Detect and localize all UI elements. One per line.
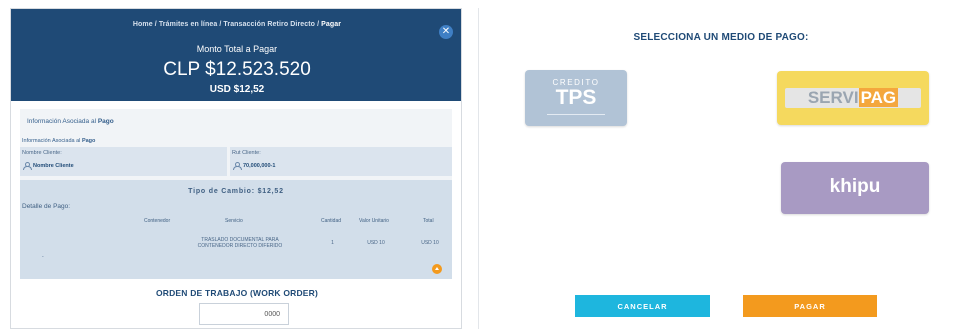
client-rut-label: Rut Cliente: (232, 150, 261, 156)
cell-container: - (42, 254, 44, 260)
total-label: Monto Total a Pagar (196, 44, 278, 54)
breadcrumb-current: Pagar (321, 21, 342, 28)
info-heading-strong: Pago (97, 118, 114, 125)
work-order-input[interactable] (199, 303, 289, 325)
payment-method-title: SELECCIONA UN MEDIO DE PAGO: (633, 32, 809, 43)
info-sub-strong: Pago (81, 138, 96, 144)
breadcrumb-transaccion[interactable]: Transacción Retiro Directo (223, 21, 315, 28)
servipag-logo-part1: SERVI (807, 88, 859, 107)
client-rut-box: Rut Cliente: 70,000,000-1 (230, 147, 452, 176)
credito-tps-option[interactable]: CREDITO TPS (525, 70, 627, 126)
column-header-total: Total (423, 218, 434, 224)
work-order-title: ORDEN DE TRABAJO (WORK ORDER) (155, 288, 319, 298)
tps-divider (547, 114, 605, 115)
info-subheading: Información Asociada al Pago (22, 138, 95, 144)
payment-info: Información Asociada al Pago Información… (20, 109, 452, 279)
payment-detail: Tipo de Cambio: $12,52 Detalle de Pago: … (20, 180, 452, 279)
close-icon[interactable]: ✕ (439, 25, 453, 39)
column-header-servicio: Servicio (225, 218, 243, 224)
khipu-logo: khipu (829, 176, 881, 197)
client-rut-value: 70,000,000-1 (233, 162, 276, 170)
breadcrumb-tramites[interactable]: Trámites en línea (159, 21, 218, 28)
column-header-cantidad: Cantidad (321, 218, 342, 224)
cell-total: USD 10 (421, 240, 439, 246)
payment-method-panel: SELECCIONA UN MEDIO DE PAGO: CREDITO TPS… (478, 8, 962, 329)
servipag-logo: SERVI PAG (777, 88, 929, 108)
total-usd: USD $12,52 (209, 84, 265, 95)
chevron-up-icon[interactable] (432, 264, 442, 274)
payment-summary-panel: Home / Trámites en línea / Transacción Retir… (10, 8, 462, 329)
client-name-label: Nombre Cliente: (22, 150, 62, 156)
client-name-text: Nombre Cliente (33, 162, 74, 169)
info-heading: Información Asociada al Pago (27, 118, 114, 125)
cancel-button[interactable]: CANCELAR (575, 295, 710, 317)
info-heading-text: Información Asociada al (27, 118, 98, 125)
breadcrumb-home[interactable]: Home (133, 21, 153, 28)
breadcrumb: Home / Trámites en línea / Transacción Retir… (11, 21, 461, 28)
cell-quantity: 1 (331, 240, 334, 246)
cell-unit-value: USD 10 (367, 240, 385, 246)
client-name-value: Nombre Cliente (23, 162, 74, 170)
pay-button[interactable]: PAGAR (743, 295, 877, 317)
cell-service-line2: CONTENEDOR DIRECTO DIFERIDO (197, 243, 283, 249)
client-name-box: Nombre Cliente: Nombre Cliente (20, 147, 227, 176)
detail-label: Detalle de Pago: (22, 203, 71, 210)
info-sub-text: Información Asociada al (22, 138, 82, 144)
column-header-valor-unitario: Valor Unitario (359, 218, 389, 224)
user-icon (23, 162, 32, 170)
client-rut-text: 70,000,000-1 (243, 162, 276, 169)
total-clp: CLP $12.523.520 (163, 59, 311, 80)
page-root: Home / Trámites en línea / Transacción Retir… (0, 0, 962, 329)
servipag-option[interactable]: SERVI PAG (777, 71, 929, 125)
servipag-logo-part2: PAG (858, 88, 899, 107)
khipu-option[interactable]: khipu (781, 162, 929, 214)
payment-header: Home / Trámites en línea / Transacción Retir… (11, 9, 461, 101)
user-icon (233, 162, 242, 170)
column-header-contenedor: Contenedor (144, 218, 171, 224)
exchange-rate: Tipo de Cambio: $12,52 (188, 188, 284, 195)
tps-main-label: TPS (555, 86, 597, 109)
